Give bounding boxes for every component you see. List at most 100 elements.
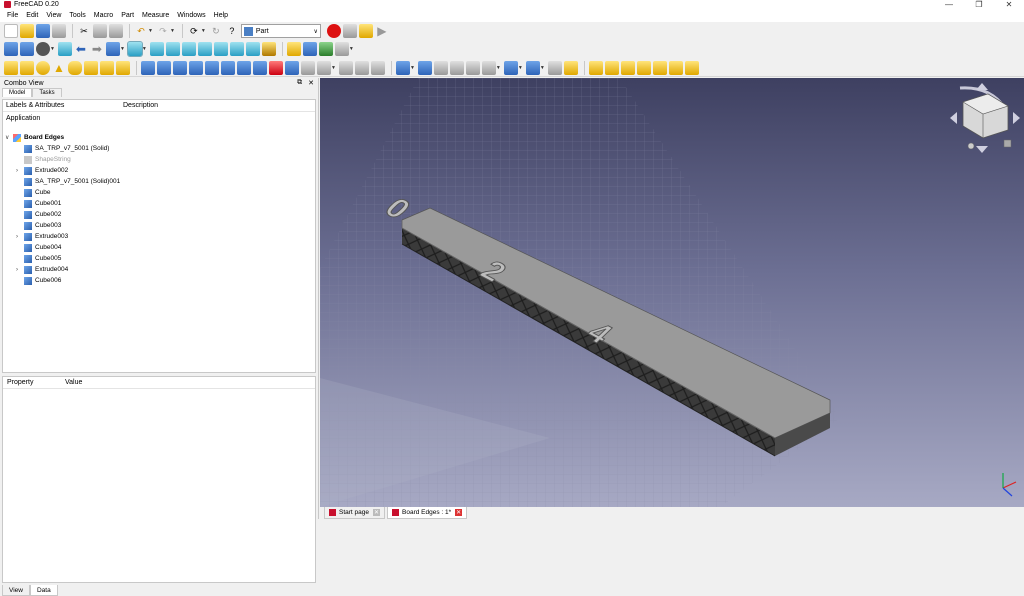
sweep-icon[interactable] bbox=[269, 60, 283, 75]
boolean-icon[interactable] bbox=[370, 60, 385, 75]
refresh-icon[interactable]: ⟳ bbox=[187, 24, 201, 38]
tree-item[interactable]: Cube001 bbox=[16, 198, 61, 209]
recompute-icon[interactable]: ↻ bbox=[209, 24, 223, 38]
cylinder-icon[interactable] bbox=[20, 60, 34, 75]
play-macro-icon[interactable]: ▶ bbox=[375, 24, 389, 38]
sync-view-icon[interactable] bbox=[57, 42, 72, 56]
navigation-cube[interactable] bbox=[950, 83, 1020, 153]
workbench-selector[interactable]: Part ∨ bbox=[240, 24, 321, 38]
tree-item[interactable]: › Extrude002 bbox=[16, 165, 68, 176]
color-per-face-icon[interactable] bbox=[563, 60, 578, 75]
menu-windows[interactable]: Windows bbox=[173, 12, 209, 19]
close-tab-icon[interactable]: ✕ bbox=[455, 509, 463, 516]
expander-icon[interactable]: › bbox=[16, 168, 24, 174]
expander-icon[interactable]: ∨ bbox=[5, 134, 13, 141]
bottom-view-icon[interactable] bbox=[229, 42, 244, 56]
tree-item[interactable]: Cube002 bbox=[16, 209, 61, 220]
tab-board-edges[interactable]: Board Edges : 1* ✕ bbox=[387, 507, 468, 519]
measure-refresh-icon[interactable] bbox=[620, 60, 635, 75]
revolve-icon[interactable] bbox=[157, 60, 171, 75]
undo-icon[interactable]: ↶ bbox=[134, 24, 148, 38]
make-face-icon[interactable] bbox=[221, 60, 235, 75]
tab-tasks[interactable]: Tasks bbox=[32, 88, 62, 97]
rear-view-icon[interactable] bbox=[213, 42, 228, 56]
expander-icon[interactable]: › bbox=[16, 234, 24, 240]
new-file-icon[interactable] bbox=[4, 24, 18, 38]
menu-edit[interactable]: Edit bbox=[22, 12, 42, 19]
tree-item[interactable]: › Extrude004 bbox=[16, 264, 68, 275]
tab-start-page[interactable]: Start page ✕ bbox=[324, 507, 385, 519]
top-view-icon[interactable] bbox=[181, 42, 196, 56]
whats-this-icon[interactable]: ? bbox=[225, 24, 239, 38]
section-icon[interactable] bbox=[285, 60, 299, 75]
offset-icon[interactable] bbox=[317, 60, 331, 75]
tree-item[interactable]: Cube004 bbox=[16, 242, 61, 253]
fillet-icon[interactable] bbox=[189, 60, 203, 75]
chamfer-icon[interactable] bbox=[205, 60, 219, 75]
toggle-delta-icon[interactable] bbox=[668, 60, 683, 75]
link-actions-icon[interactable] bbox=[334, 42, 349, 56]
cross-sections-icon[interactable] bbox=[301, 60, 315, 75]
edit-macro-icon[interactable] bbox=[358, 24, 373, 38]
draw-style-icon[interactable] bbox=[36, 42, 50, 56]
menu-part[interactable]: Part bbox=[117, 12, 138, 19]
front-view-icon[interactable] bbox=[165, 42, 180, 56]
tab-view[interactable]: View bbox=[2, 585, 30, 596]
mirror-icon[interactable] bbox=[173, 60, 187, 75]
paste-icon[interactable] bbox=[109, 24, 123, 38]
menu-tools[interactable]: Tools bbox=[65, 12, 89, 19]
tree-item[interactable]: SA_TRP_v7_5001 (Solid)001 bbox=[16, 176, 120, 187]
close-panel-icon[interactable]: ✕ bbox=[308, 79, 314, 87]
zoom-icon[interactable] bbox=[126, 41, 143, 57]
left-view-icon[interactable] bbox=[245, 42, 260, 56]
expander-icon[interactable]: › bbox=[16, 267, 24, 273]
measure-angular-icon[interactable] bbox=[604, 60, 619, 75]
cut-boolean-icon[interactable] bbox=[417, 60, 432, 75]
stop-macro-icon[interactable] bbox=[342, 24, 357, 38]
measure-linear-icon[interactable] bbox=[588, 60, 603, 75]
split-icon[interactable] bbox=[481, 60, 496, 75]
col-value[interactable]: Value bbox=[61, 379, 82, 386]
tree-item[interactable]: Cube003 bbox=[16, 220, 61, 231]
close-button[interactable]: ✕ bbox=[994, 0, 1024, 9]
copy-icon[interactable] bbox=[93, 24, 107, 38]
cut-icon[interactable]: ✂ bbox=[77, 24, 91, 38]
tube-icon[interactable] bbox=[84, 60, 98, 75]
group-icon[interactable] bbox=[302, 42, 317, 56]
torus-icon[interactable] bbox=[68, 60, 82, 75]
measure-icon[interactable] bbox=[261, 42, 276, 56]
menu-help[interactable]: Help bbox=[210, 12, 232, 19]
back-arrow-icon[interactable]: ⬅ bbox=[74, 42, 88, 56]
maximize-button[interactable]: ❐ bbox=[964, 0, 994, 9]
tab-model[interactable]: Model bbox=[2, 88, 33, 97]
shape-builder-icon[interactable] bbox=[116, 60, 130, 75]
menu-macro[interactable]: Macro bbox=[90, 12, 117, 19]
right-view-icon[interactable] bbox=[197, 42, 212, 56]
tree-item[interactable]: › Extrude003 bbox=[16, 231, 68, 242]
float-panel-icon[interactable]: ⧉ bbox=[297, 79, 302, 87]
minimize-button[interactable]: — bbox=[934, 0, 964, 9]
attachment-icon[interactable] bbox=[547, 60, 562, 75]
3d-viewport[interactable]: 0 2 4 bbox=[320, 78, 1024, 507]
menu-file[interactable]: File bbox=[3, 12, 22, 19]
fuse-icon[interactable] bbox=[433, 60, 448, 75]
link-icon[interactable] bbox=[318, 42, 333, 56]
part-icon[interactable] bbox=[286, 42, 301, 56]
toggle-3d-icon[interactable] bbox=[652, 60, 667, 75]
cube-icon[interactable] bbox=[4, 60, 18, 75]
sphere-icon[interactable] bbox=[36, 60, 50, 75]
thickness-icon[interactable] bbox=[338, 60, 353, 75]
toggle-all-icon[interactable] bbox=[684, 60, 699, 75]
col-labels[interactable]: Labels & Attributes bbox=[3, 102, 64, 109]
extrude-icon[interactable] bbox=[141, 60, 155, 75]
col-property[interactable]: Property bbox=[3, 379, 33, 386]
ruled-surface-icon[interactable] bbox=[237, 60, 251, 75]
cone-icon[interactable]: ▲ bbox=[52, 61, 66, 75]
menu-measure[interactable]: Measure bbox=[138, 12, 173, 19]
record-macro-icon[interactable] bbox=[326, 24, 341, 38]
3d-scene[interactable]: 0 2 4 bbox=[320, 78, 1024, 507]
redo-icon[interactable]: ↷ bbox=[156, 24, 170, 38]
common-icon[interactable] bbox=[449, 60, 464, 75]
tree-item[interactable]: ∨ Board Edges bbox=[5, 132, 64, 143]
tree-item[interactable]: SA_TRP_v7_5001 (Solid) bbox=[16, 143, 109, 154]
